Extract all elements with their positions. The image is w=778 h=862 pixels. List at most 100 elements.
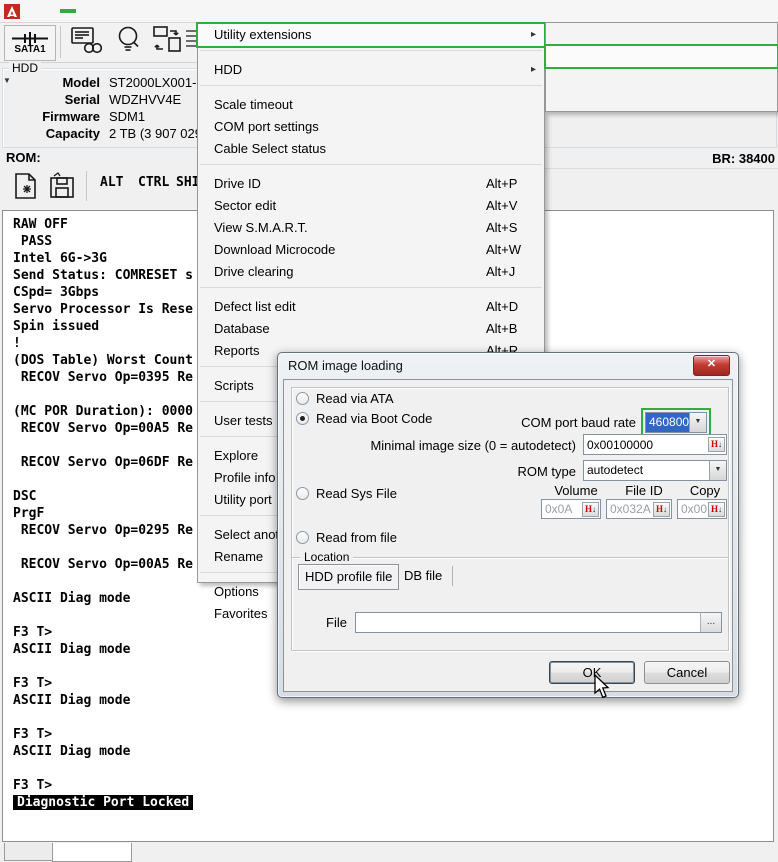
menu-item[interactable]: Sector edit Alt+V ▸ (198, 195, 544, 217)
data-transfer-button[interactable] (152, 25, 182, 55)
modem-icon[interactable] (186, 25, 197, 51)
radio-label: Read from file (316, 530, 397, 545)
menu-item-shortcut: Alt+D (486, 296, 536, 318)
radio-label: Read via ATA (316, 391, 394, 406)
terminal-line-text: RECOV Servo Op=06DF Re (13, 455, 193, 470)
alt-key-button[interactable]: ALT (100, 175, 123, 190)
menu-item[interactable]: Database Alt+B ▸ (198, 318, 544, 340)
menu-item[interactable]: ▸ (198, 81, 544, 94)
menu-item[interactable]: Utility extensions ▸ (198, 24, 544, 46)
dialog-content: Read via ATA Read via Boot Code COM port… (283, 379, 733, 692)
chevron-down-icon[interactable]: ▼ (689, 413, 706, 432)
hex-toggle-icon[interactable]: H↓ (582, 502, 599, 517)
transfer-icon (152, 25, 182, 55)
menu-item[interactable]: HDD ▸ (198, 59, 544, 81)
radio-read-via-boot-code[interactable]: Read via Boot Code (296, 411, 432, 426)
menu-item-shortcut: Alt+S (486, 217, 536, 239)
menu-item[interactable]: ▸ (198, 160, 544, 173)
lamp-icon-button[interactable] (115, 25, 141, 55)
menu-item-label: Utility extensions (214, 24, 476, 46)
sata-port-label: SATA1 (14, 45, 45, 55)
toolbar-separator (60, 26, 61, 58)
min-image-size-label: Minimal image size (0 = autodetect) (284, 438, 576, 453)
menu-item[interactable]: Cable Select status ▸ (198, 138, 544, 160)
baud-rate-combobox[interactable]: 460800 ▼ (645, 412, 707, 433)
menu-item-label: Cable Select status (214, 138, 486, 160)
menu-item[interactable]: Drive ID Alt+P ▸ (198, 173, 544, 195)
bottom-tab[interactable] (52, 843, 132, 862)
ctrl-key-button[interactable]: CTRL (138, 175, 169, 190)
menu-item[interactable]: ▸ (198, 283, 544, 296)
menu-item[interactable]: ▸ (198, 46, 544, 59)
baud-rate-status: BR: 38400 (712, 151, 775, 166)
browse-icon[interactable]: ... (700, 613, 721, 632)
volume-column-header: Volume (547, 483, 605, 498)
menu-item[interactable]: Drive clearing Alt+J ▸ (198, 261, 544, 283)
terminal-line: F3 T> (13, 726, 773, 743)
menu-item[interactable]: View S.M.A.R.T. Alt+S ▸ (198, 217, 544, 239)
hex-toggle-icon[interactable]: H↓ (708, 437, 725, 452)
utility-extensions-submenu (545, 22, 778, 112)
radio-label: Read via Boot Code (316, 411, 432, 426)
submenu-item[interactable] (546, 88, 777, 109)
radio-read-sys-file[interactable]: Read Sys File (296, 486, 397, 501)
close-icon[interactable]: ✕ (693, 355, 730, 376)
radio-read-via-ata[interactable]: Read via ATA (296, 391, 394, 406)
terminal-line-text: ! (13, 336, 21, 351)
terminal-line-text: RECOV Servo Op=0395 Re (13, 370, 193, 385)
submenu-item[interactable] (546, 46, 777, 67)
menu-item-shortcut (476, 59, 526, 81)
menu-item[interactable]: Download Microcode Alt+W ▸ (198, 239, 544, 261)
hdd-field-value: WDZHVV4E (100, 91, 181, 108)
file-field-label: File (302, 615, 347, 630)
new-rom-image-button[interactable] (12, 172, 40, 200)
terminal-line (13, 709, 773, 726)
hex-toggle-icon[interactable]: H↓ (708, 502, 725, 517)
cancel-button[interactable]: Cancel (644, 661, 730, 684)
tab-hdd-profile-file[interactable]: HDD profile file (298, 564, 399, 590)
terminal-line-text: Intel 6G->3G (13, 251, 107, 266)
menu-item-shortcut: Alt+V (486, 195, 536, 217)
sata-connector-icon (12, 32, 48, 45)
location-groupbox: Location HDD profile file DB file File .… (291, 557, 729, 651)
terminal-line-text: Send Status: COMRESET s (13, 268, 193, 283)
menu-item-label: Defect list edit (214, 296, 486, 318)
sata-port-button[interactable]: SATA1 (4, 25, 56, 61)
menu-item[interactable]: Scale timeout ▸ (198, 94, 544, 116)
mouse-cursor (593, 674, 611, 700)
tab-db-file[interactable]: DB file (394, 566, 453, 586)
menu-item-label: Drive ID (214, 173, 486, 195)
file-id-input[interactable]: 0x032A H↓ (606, 499, 672, 519)
radio-circle-icon (296, 392, 309, 405)
hex-toggle-icon[interactable]: H↓ (653, 502, 670, 517)
hdd-field-label: Capacity (0, 125, 100, 142)
file-path-input[interactable]: ... (355, 612, 722, 633)
terminal-line-text: RECOV Servo Op=00A5 Re (13, 557, 193, 572)
menu-item[interactable]: Defect list edit Alt+D ▸ (198, 296, 544, 318)
ok-button[interactable]: OK (549, 661, 635, 684)
rom-type-combobox[interactable]: autodetect ▼ (583, 460, 727, 481)
terminal-line (13, 760, 773, 777)
bottom-tab[interactable] (4, 843, 54, 861)
copy-input[interactable]: 0x00 H↓ (677, 499, 727, 519)
rom-toolbar-separator (86, 171, 87, 201)
menubar (0, 0, 778, 23)
submenu-item[interactable] (546, 25, 777, 46)
save-rom-image-button[interactable] (48, 172, 76, 200)
menu-item[interactable]: COM port settings ▸ (198, 116, 544, 138)
volume-input[interactable]: 0x0A H↓ (541, 499, 601, 519)
menu-item-label: Sector edit (214, 195, 486, 217)
menu-item-label: Scale timeout (214, 94, 486, 116)
radio-read-from-file[interactable]: Read from file (296, 530, 397, 545)
menu-item-label: HDD (214, 59, 476, 81)
terminal-line-text: ASCII Diag mode (13, 744, 130, 759)
terminal-line-text: RAW OFF (13, 217, 68, 232)
min-image-size-input[interactable]: 0x00100000 H↓ (583, 434, 727, 455)
file-id-column-header: File ID (611, 483, 677, 498)
submenu-item[interactable] (546, 67, 777, 88)
radio-circle-icon (296, 487, 309, 500)
lamp-icon (115, 25, 141, 55)
chevron-down-icon[interactable]: ▼ (709, 461, 726, 480)
terminal-line-text: Diagnostic Port Locked (13, 795, 193, 810)
test-selection-button[interactable] (70, 25, 102, 55)
